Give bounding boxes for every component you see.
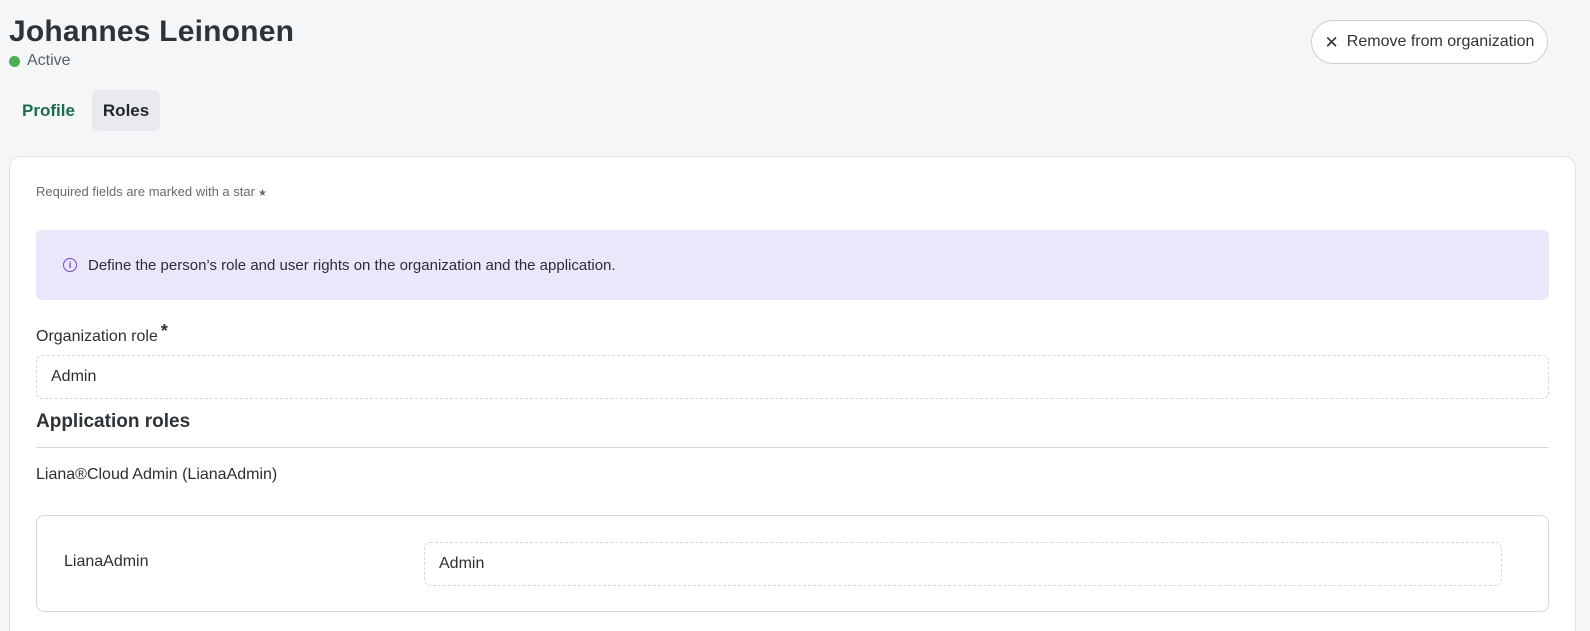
application-name: Liana®Cloud Admin (LianaAdmin) xyxy=(36,466,278,483)
required-fields-note: Required fields are marked with a star ★ xyxy=(36,184,267,199)
application-role-select[interactable]: Admin xyxy=(424,542,1502,586)
info-banner: i Define the person’s role and user righ… xyxy=(36,230,1549,300)
remove-button-label: Remove from organization xyxy=(1346,33,1535,50)
close-icon: ✕ xyxy=(1324,32,1339,52)
required-marker: * xyxy=(160,321,168,341)
organization-role-value: Admin xyxy=(51,368,97,385)
status-dot-icon xyxy=(9,55,20,67)
page-title: Johannes Leinonen xyxy=(9,15,295,48)
tab-bar: Profile Roles xyxy=(11,90,161,131)
user-detail-page: Johannes Leinonen Active ✕ Remove from o… xyxy=(0,0,1590,631)
roles-card: Required fields are marked with a star ★ … xyxy=(9,156,1576,631)
organization-role-label-text: Organization role xyxy=(36,328,158,345)
application-role-panel: LianaAdmin Admin xyxy=(36,515,1549,612)
application-roles-heading: Application roles xyxy=(36,411,191,432)
star-icon: ★ xyxy=(257,188,267,199)
section-divider xyxy=(36,447,1549,448)
info-text: Define the person’s role and user rights… xyxy=(88,256,616,274)
tab-roles[interactable]: Roles xyxy=(91,90,161,131)
tab-profile[interactable]: Profile xyxy=(11,90,86,131)
required-note-text: Required fields are marked with a star xyxy=(36,184,255,199)
page-header: Johannes Leinonen Active xyxy=(9,14,294,70)
info-icon: i xyxy=(63,258,77,272)
remove-from-organization-button[interactable]: ✕ Remove from organization xyxy=(1311,20,1548,64)
status-indicator: Active xyxy=(9,52,294,70)
organization-role-select[interactable]: Admin xyxy=(36,355,1549,399)
organization-role-label: Organization role * xyxy=(36,321,168,346)
status-text: Active xyxy=(27,52,71,69)
application-role-label: LianaAdmin xyxy=(64,553,149,570)
application-role-value: Admin xyxy=(439,555,485,572)
